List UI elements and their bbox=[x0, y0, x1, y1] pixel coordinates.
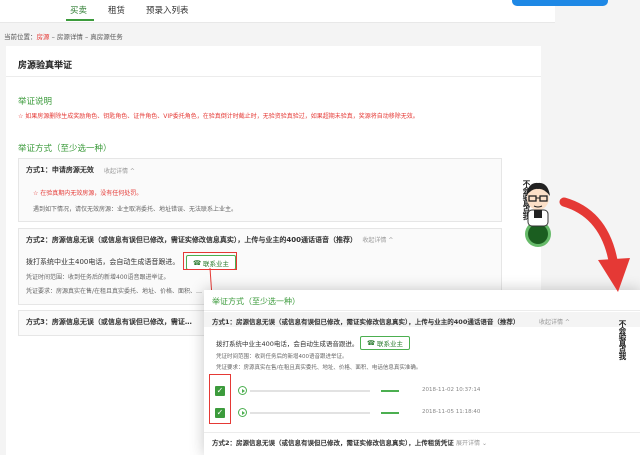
zoom-dial-text: 拨打系统中业主400电话，会自动生成语音跟进。 bbox=[216, 340, 359, 348]
zoom-bottom-divider bbox=[204, 432, 640, 433]
zoom-method-2-title-row: 方式2：房源信息无误（或信息有误但已修改，需证实修改信息真实），上传租赁凭证 展… bbox=[212, 437, 512, 447]
mascot-help-avatar[interactable] bbox=[514, 176, 558, 248]
zoom-contact-owner-button[interactable]: ☎ 联系业主 bbox=[360, 336, 410, 350]
record-1-timestamp: 2018-11-02 10:37:14 bbox=[422, 387, 481, 393]
instructions-title: 举证说明 bbox=[18, 97, 53, 107]
record-2-checkbox[interactable]: ✓ bbox=[215, 408, 225, 418]
record-1-volume-bar[interactable] bbox=[381, 390, 399, 392]
page-title: 房源验真举证 bbox=[18, 61, 73, 71]
method-2-toggle[interactable]: 收起详情 ^ bbox=[362, 237, 393, 244]
breadcrumb-path: – 房源详情 – 真房源任务 bbox=[49, 33, 123, 41]
method-2-requirement: 凭证要求：房源真实在售/在租且真实委托、地址、价格、面积、… bbox=[26, 288, 202, 295]
methods-title: 举证方式（至少选一种） bbox=[18, 144, 112, 154]
zoom-method-2-title: 方式2：房源信息无误（或信息有误但已修改，需证实修改信息真实），上传租赁凭证 bbox=[212, 439, 454, 447]
help-sticker-text-bottom[interactable]: 不会验真点我 bbox=[618, 320, 627, 364]
breadcrumb-home-link[interactable]: 房源 bbox=[37, 33, 50, 41]
zoom-time-range: 凭证时间范围：收到任务后的新增400语音跟进举证。 bbox=[216, 354, 348, 360]
zoom-contact-owner-label: 联系业主 bbox=[377, 340, 404, 348]
record-2-play-icon[interactable] bbox=[238, 408, 247, 417]
breadcrumb-prefix: 当前位置： bbox=[4, 33, 37, 41]
method-3-title: 方式3：房源信息无误（或信息有误但已修改，需证… bbox=[26, 318, 192, 326]
record-1-checkbox[interactable]: ✓ bbox=[215, 386, 225, 396]
instructions-warning: ☆ 如果房源删除生成奖励角色、钥匙角色、证件角色、VIP委托角色，在验真倒计时截… bbox=[18, 113, 419, 120]
nav-tab-prerecord-list[interactable]: 预录入列表 bbox=[146, 4, 189, 16]
method-2-title: 方式2：房源信息无误（或信息有误但已修改，需证实修改信息真实），上传与业主的40… bbox=[26, 236, 357, 244]
method-1-title: 方式1：申请房源无效 bbox=[26, 166, 94, 174]
nav-tab-rent[interactable]: 租赁 bbox=[108, 4, 125, 16]
breadcrumb: 当前位置：房源 – 房源详情 – 真房源任务 bbox=[4, 31, 123, 41]
active-tab-indicator bbox=[66, 19, 94, 21]
zoom-methods-title: 举证方式（至少选一种） bbox=[212, 297, 300, 306]
record-2-volume-bar[interactable] bbox=[381, 412, 399, 414]
method-2-dial-text: 拨打系统中业主400电话，会自动生成语音跟进。 bbox=[26, 258, 180, 266]
record-2-progress-track[interactable] bbox=[250, 412, 370, 414]
method-1-desc: 遇到如下情况，请仅无效房源：业主取消委托、地址错误、无法联系上业主。 bbox=[33, 206, 238, 213]
method-1-note: ☆ 在验真期内无效房源，没有任何处罚。 bbox=[33, 190, 143, 197]
zoom-requirement: 凭证要求：房源真实在售/在租且真实委托、地址、价格、面积、电话信息真实准确。 bbox=[216, 365, 422, 371]
method-1-toggle[interactable]: 收起详情 ^ bbox=[104, 166, 135, 175]
header-divider bbox=[6, 76, 541, 77]
zoom-method-1-title: 方式1：房源信息无误（或信息有误但已修改，需证实修改信息真实），上传与业主的40… bbox=[212, 318, 520, 326]
top-right-blue-button[interactable] bbox=[512, 0, 608, 6]
zoom-divider bbox=[204, 310, 640, 311]
record-2-timestamp: 2018-11-05 11:18:40 bbox=[422, 409, 481, 415]
zoom-method-1-toggle[interactable]: 收起详情 ^ bbox=[539, 317, 570, 326]
big-red-arrow-icon bbox=[559, 197, 630, 292]
method-2-time-range: 凭证时间范围：收到任务后的新增400语音跟进举证。 bbox=[26, 274, 170, 281]
phone-icon: ☎ bbox=[366, 339, 376, 347]
record-1-progress-track[interactable] bbox=[250, 390, 370, 392]
record-1-play-icon[interactable] bbox=[238, 386, 247, 395]
nav-tab-buy-sell[interactable]: 买卖 bbox=[70, 4, 87, 16]
zoom-method-2-toggle[interactable]: 展开详情 ⌄ bbox=[456, 440, 487, 447]
method-2-title-row: 方式2：房源信息无误（或信息有误但已修改，需证实修改信息真实），上传与业主的40… bbox=[26, 235, 476, 245]
